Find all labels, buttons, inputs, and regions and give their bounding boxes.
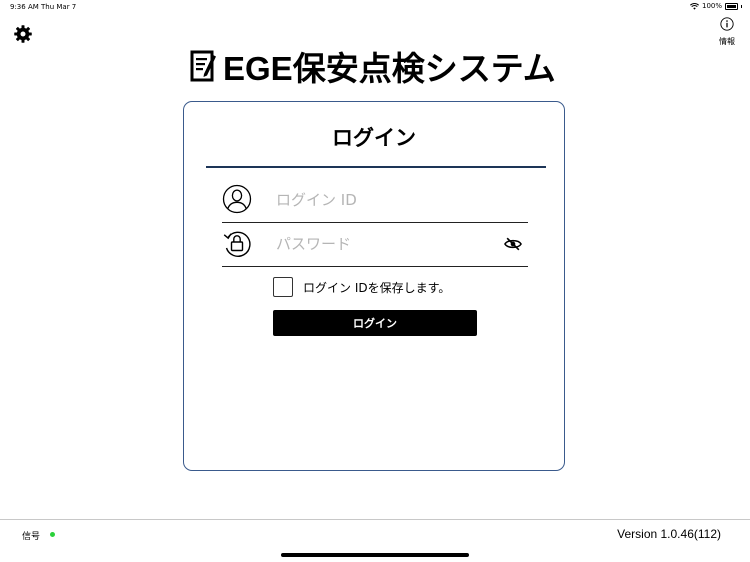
status-time: 9:36 AM <box>10 3 39 11</box>
login-card: ログイン ログイン IDを保存します。 ログイン <box>183 101 565 471</box>
version-label: Version 1.0.46(112) <box>617 527 721 541</box>
save-id-row: ログイン IDを保存します。 <box>273 277 450 297</box>
status-date: Thu Mar 7 <box>41 3 77 11</box>
battery-percent: 100% <box>701 2 722 10</box>
wifi-icon <box>690 2 699 10</box>
info-label: 情報 <box>719 37 735 46</box>
password-field <box>222 222 528 267</box>
user-icon <box>222 184 252 214</box>
battery-tip <box>741 4 742 8</box>
login-button[interactable]: ログイン <box>273 310 477 336</box>
login-id-input[interactable] <box>274 186 478 214</box>
status-indicators: 100% <box>690 2 742 10</box>
lock-rotate-icon <box>223 231 251 257</box>
clipboard-pen-icon <box>190 50 216 82</box>
title-divider <box>206 166 546 168</box>
footer-divider <box>0 519 750 520</box>
save-id-checkbox[interactable] <box>273 277 293 297</box>
login-id-field <box>222 178 528 223</box>
gear-icon[interactable] <box>13 24 33 44</box>
save-id-label: ログイン IDを保存します。 <box>303 280 451 295</box>
password-input[interactable] <box>274 230 478 258</box>
app-title-text: EGE保安点検システム <box>223 50 556 87</box>
info-button[interactable]: 情報 <box>712 16 742 47</box>
login-title: ログイン <box>332 126 416 150</box>
home-indicator <box>281 553 469 557</box>
status-bar: 9:36 AM Thu Mar 7 100% <box>0 0 750 14</box>
info-circle-icon <box>720 17 734 31</box>
eye-off-icon[interactable] <box>504 236 522 252</box>
signal-status-dot <box>50 532 55 537</box>
battery-icon <box>725 2 738 10</box>
app-title: EGE保安点検システム <box>190 46 556 87</box>
signal-label: 信号 <box>22 532 41 542</box>
